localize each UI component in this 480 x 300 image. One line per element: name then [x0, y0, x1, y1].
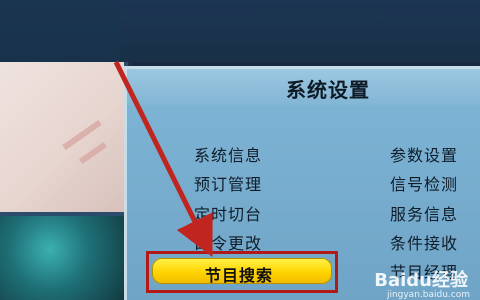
baidu-watermark-url: jingyan.baidu.com — [386, 290, 470, 300]
baidu-watermark: Baidu经验 — [374, 270, 468, 291]
annotation-arrow — [113, 60, 213, 257]
arrow-line — [113, 60, 213, 257]
tv-screen: 系统设置 系统信息 预订管理 定时切台 口令更改 参数设置 信号检测 服务信息 … — [0, 0, 480, 300]
